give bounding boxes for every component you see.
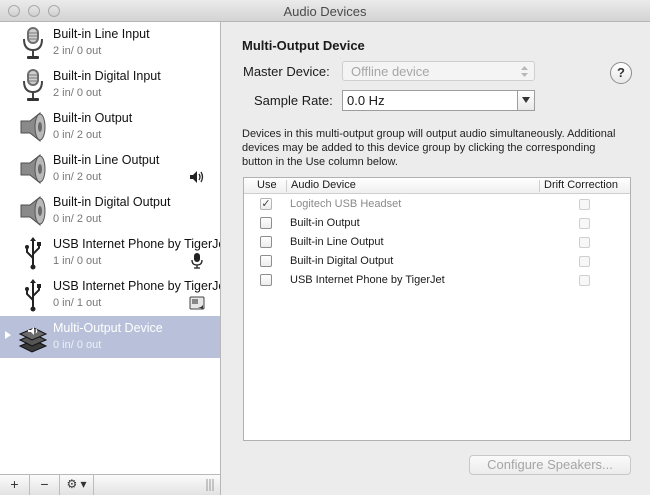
- master-device-label: Master Device:: [243, 64, 330, 79]
- drift-correction-checkbox[interactable]: [579, 256, 590, 267]
- microphone-icon: [23, 69, 43, 101]
- device-row-built-in-digital-output[interactable]: Built-in Digital Output 0 in/ 2 out: [0, 190, 220, 232]
- device-io: 0 in/ 1 out: [53, 297, 102, 309]
- system-output-badge-icon: [189, 296, 205, 310]
- audio-device-name: Built-in Line Output: [290, 236, 384, 248]
- device-row-multi-output-device[interactable]: Multi-Output Device 0 in/ 0 out: [0, 316, 220, 358]
- sample-rate-combo[interactable]: 0.0 Hz: [342, 90, 535, 111]
- sample-rate-dropdown-button[interactable]: [517, 91, 534, 110]
- microphone-icon: [23, 27, 43, 59]
- audio-device-table: Use Audio Device Drift Correction ✓ Logi…: [243, 177, 631, 441]
- audio-device-name: Logitech USB Headset: [290, 198, 402, 210]
- title-bar: Audio Devices: [0, 0, 650, 22]
- resize-grip-icon[interactable]: [206, 479, 214, 491]
- device-row-usb-internet-phone-input[interactable]: USB Internet Phone by TigerJet 1 in/ 0 o…: [0, 232, 221, 274]
- device-name: Built-in Digital Input: [53, 69, 161, 83]
- speaker-volume-icon: [190, 171, 204, 183]
- device-list[interactable]: Built-in Line Input 2 in/ 0 out Built-in…: [0, 22, 221, 474]
- table-row: Built-in Output: [244, 214, 630, 233]
- drift-correction-checkbox[interactable]: [579, 199, 590, 210]
- sample-rate-value: 0.0 Hz: [347, 93, 385, 108]
- multi-output-description: Devices in this multi-output group will …: [242, 128, 616, 168]
- device-io: 0 in/ 0 out: [53, 339, 102, 351]
- use-checkbox[interactable]: [260, 274, 272, 286]
- device-row-usb-internet-phone-output[interactable]: USB Internet Phone by TigerJet 0 in/ 1 o…: [0, 274, 221, 316]
- speaker-icon: [20, 153, 46, 185]
- speaker-icon: [20, 111, 46, 143]
- remove-device-button[interactable]: −: [30, 475, 60, 495]
- stepper-arrows-icon: [521, 66, 528, 77]
- master-device-value: Offline device: [351, 64, 430, 79]
- use-checkbox[interactable]: [260, 236, 272, 248]
- column-header-use[interactable]: Use: [257, 179, 277, 191]
- use-checkbox[interactable]: [260, 255, 272, 267]
- device-io: 0 in/ 2 out: [53, 129, 102, 141]
- table-row: ✓ Logitech USB Headset: [244, 195, 630, 214]
- device-name: USB Internet Phone by TigerJet: [53, 279, 221, 293]
- configure-speakers-button[interactable]: Configure Speakers...: [469, 455, 631, 475]
- use-checkbox[interactable]: [260, 217, 272, 229]
- device-name: Built-in Digital Output: [53, 195, 171, 209]
- device-title: Multi-Output Device: [242, 38, 365, 53]
- table-row: Built-in Digital Output: [244, 252, 630, 271]
- device-io: 0 in/ 2 out: [53, 213, 102, 225]
- master-device-popup[interactable]: Offline device: [342, 61, 535, 81]
- table-row: USB Internet Phone by TigerJet: [244, 271, 630, 290]
- drift-correction-checkbox[interactable]: [579, 218, 590, 229]
- audio-device-name: Built-in Digital Output: [290, 255, 394, 267]
- device-name: Built-in Output: [53, 111, 133, 125]
- device-io: 2 in/ 0 out: [53, 87, 102, 99]
- device-name: Multi-Output Device: [53, 321, 163, 335]
- device-name: Built-in Line Output: [53, 153, 160, 167]
- device-io: 1 in/ 0 out: [53, 255, 102, 267]
- device-row-built-in-digital-input[interactable]: Built-in Digital Input 2 in/ 0 out: [0, 64, 220, 106]
- column-header-audio-device[interactable]: Audio Device: [291, 179, 356, 191]
- help-button[interactable]: ?: [610, 62, 632, 84]
- audio-device-name: Built-in Output: [290, 217, 360, 229]
- drift-correction-checkbox[interactable]: [579, 275, 590, 286]
- drift-correction-checkbox[interactable]: [579, 237, 590, 248]
- device-row-built-in-line-input[interactable]: Built-in Line Input 2 in/ 0 out: [0, 22, 220, 64]
- usb-icon: [25, 237, 41, 270]
- gear-menu-button[interactable]: ⚙ ▾: [60, 475, 94, 495]
- use-checkbox[interactable]: ✓: [260, 198, 272, 210]
- window-title: Audio Devices: [283, 4, 367, 19]
- sample-rate-label: Sample Rate:: [254, 93, 333, 108]
- speaker-icon: [20, 195, 46, 227]
- add-device-button[interactable]: +: [0, 475, 30, 495]
- column-header-drift-correction[interactable]: Drift Correction: [544, 179, 618, 191]
- table-row: Built-in Line Output: [244, 233, 630, 252]
- device-name: USB Internet Phone by TigerJet: [53, 237, 221, 251]
- table-header: Use Audio Device Drift Correction: [244, 178, 630, 194]
- device-name: Built-in Line Input: [53, 27, 150, 41]
- usb-icon: [25, 279, 41, 312]
- device-io: 0 in/ 2 out: [53, 171, 102, 183]
- chevron-down-icon: [522, 97, 530, 103]
- disclosure-triangle-icon[interactable]: [5, 331, 11, 339]
- microphone-badge-icon: [191, 253, 203, 269]
- device-row-built-in-line-output[interactable]: Built-in Line Output 0 in/ 2 out: [0, 148, 220, 190]
- device-row-built-in-output[interactable]: Built-in Output 0 in/ 2 out: [0, 106, 220, 148]
- device-list-toolbar: + − ⚙ ▾: [0, 474, 221, 495]
- device-io: 2 in/ 0 out: [53, 45, 102, 57]
- multi-output-icon: [18, 327, 48, 353]
- audio-device-name: USB Internet Phone by TigerJet: [290, 274, 445, 286]
